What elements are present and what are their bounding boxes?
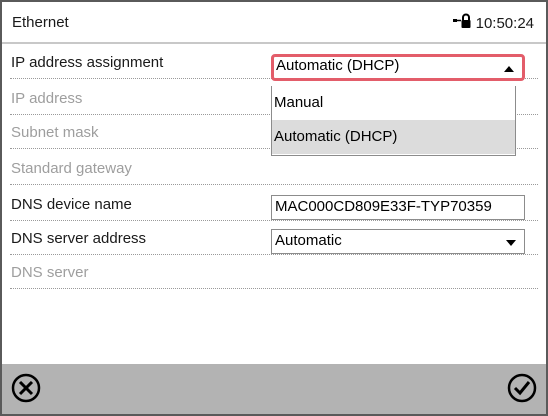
row-divider [10,288,538,289]
row-dns-server: DNS server [2,256,546,289]
close-circle-icon [11,373,41,403]
ip-address-assignment-value: Automatic (DHCP) [276,57,400,74]
standard-gateway-label: Standard gateway [11,160,132,177]
page-title: Ethernet [12,14,69,31]
dns-server-address-label: DNS server address [11,230,147,247]
subnet-mask-label: Subnet mask [11,124,99,141]
ethernet-settings-screen: Ethernet 10:50:24 IP address assignment … [2,2,546,414]
ip-address-assignment-select[interactable]: Automatic (DHCP) [271,54,525,81]
chevron-down-icon [506,240,516,246]
ip-address-assignment-dropdown: Manual Automatic (DHCP) [271,86,516,156]
dns-device-name-input[interactable]: MAC000CD809E33F-TYP70359 [271,195,525,220]
dns-device-name-label: DNS device name [11,196,132,213]
dropdown-option-automatic-dhcp[interactable]: Automatic (DHCP) [272,120,515,154]
row-divider [10,220,538,221]
confirm-button[interactable] [506,372,538,404]
chevron-up-icon [504,66,514,72]
ip-address-label: IP address [11,90,83,107]
network-lock-icon [452,13,476,33]
clock-time: 10:50:24 [475,14,534,32]
check-circle-icon [507,373,537,403]
dns-server-label: DNS server [11,264,89,281]
dns-server-address-value: Automatic [275,232,342,249]
cancel-button[interactable] [10,372,42,404]
row-standard-gateway: Standard gateway [2,152,546,185]
dns-server-address-select[interactable]: Automatic [271,229,525,254]
footer-bar [2,364,546,414]
header-status: 10:50:24 [452,13,534,33]
dropdown-option-manual[interactable]: Manual [272,86,515,120]
header-bar: Ethernet 10:50:24 [2,2,546,44]
ip-address-assignment-label: IP address assignment [11,54,164,71]
row-divider [10,184,538,185]
row-divider [10,254,538,255]
dns-device-name-value: MAC000CD809E33F-TYP70359 [275,198,492,215]
